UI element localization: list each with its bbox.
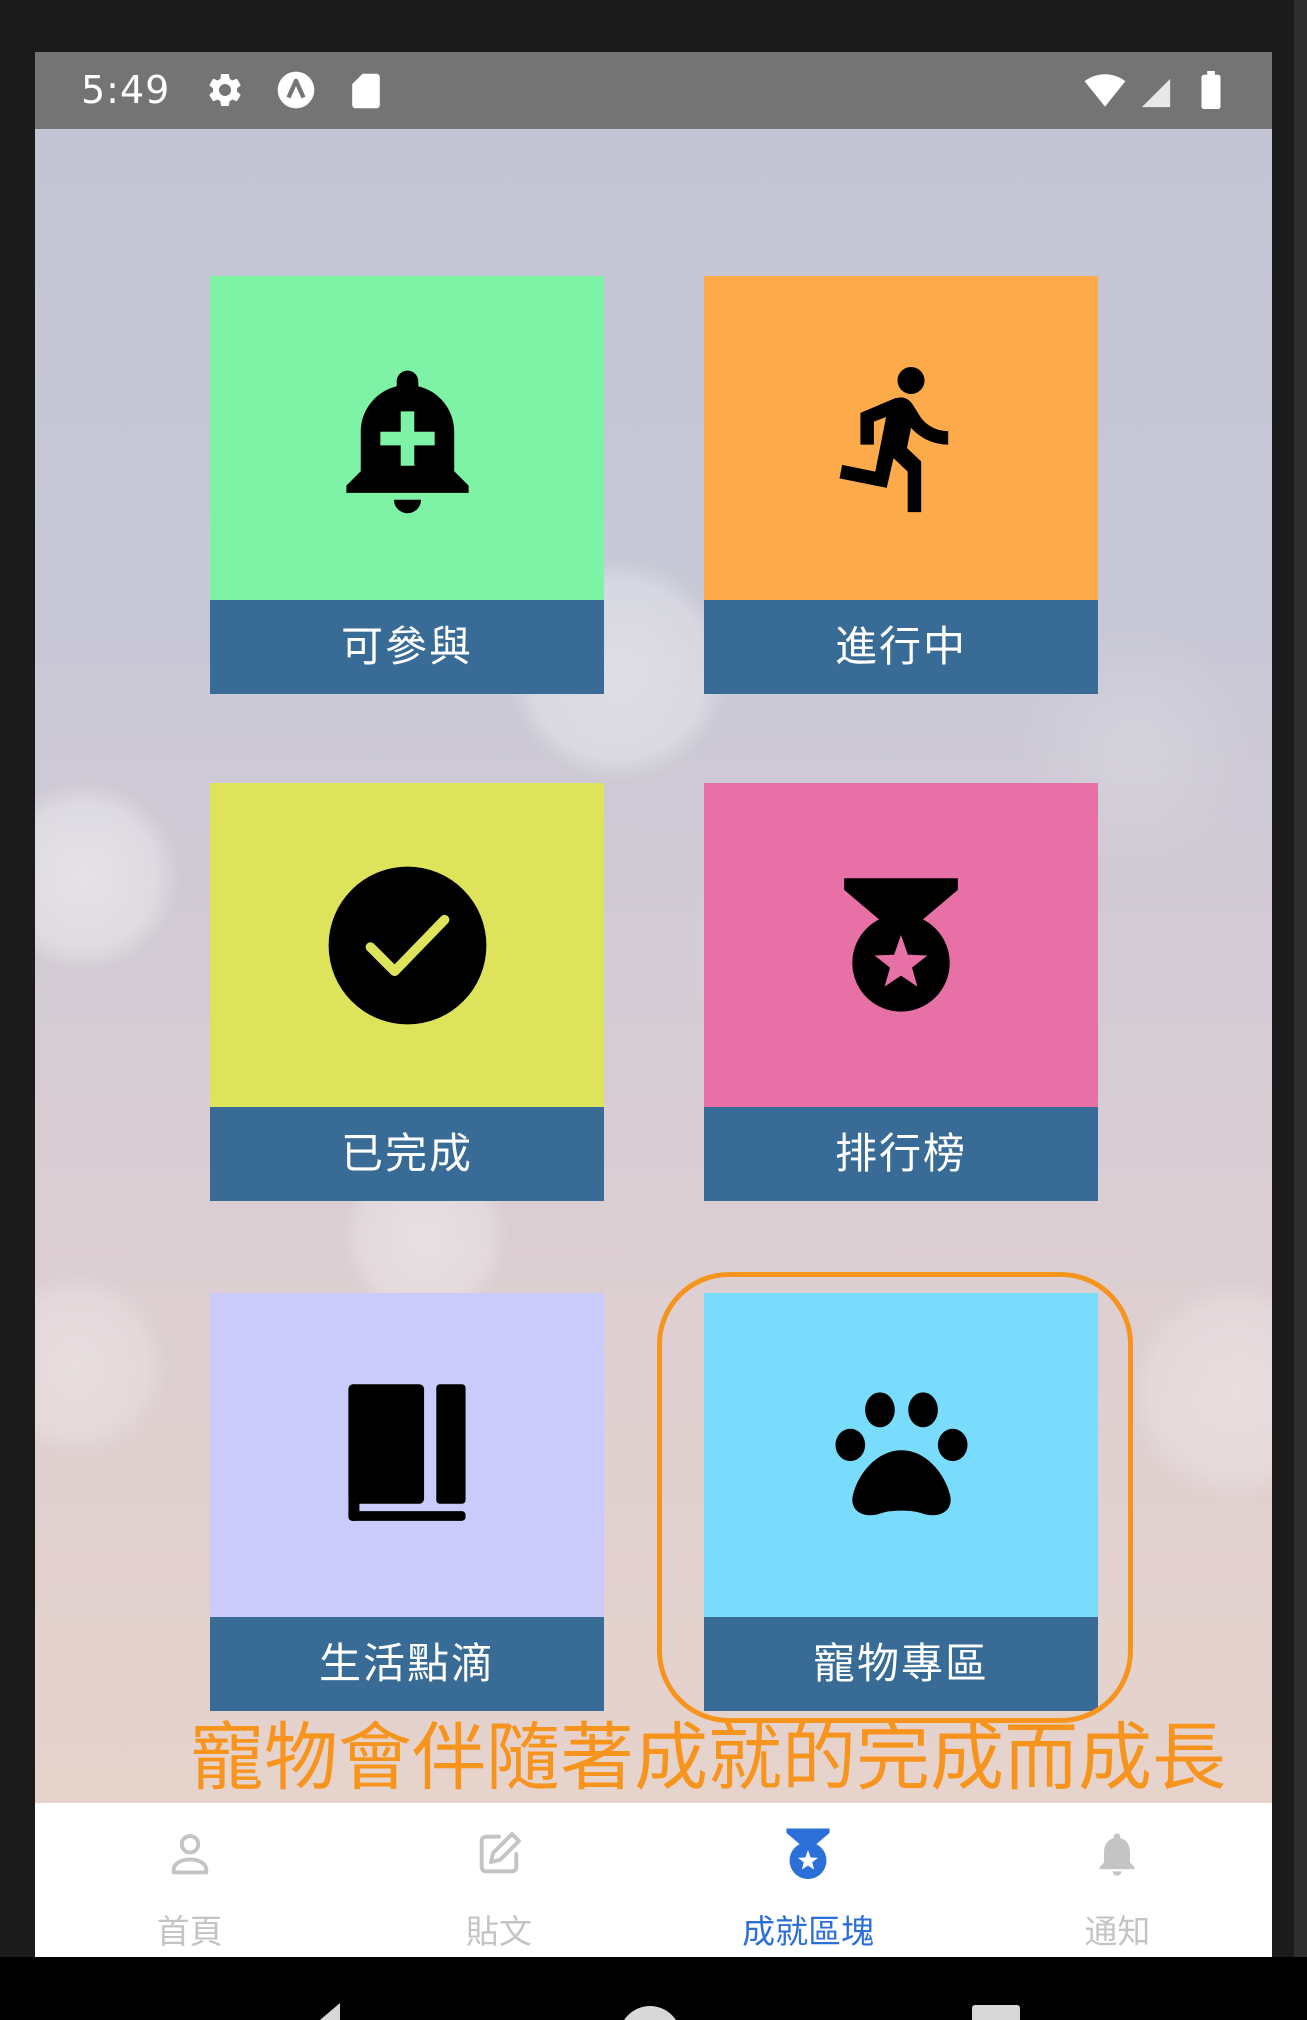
tile-icon-area <box>210 1293 604 1617</box>
tile-label: 排行榜 <box>704 1107 1098 1201</box>
nav-label: 通知 <box>1084 1912 1151 1951</box>
tile-label: 進行中 <box>704 600 1098 694</box>
recents-icon[interactable] <box>972 2005 1020 2020</box>
bottom-navigation: 首頁 貼文 成就區塊 通知 <box>35 1803 1272 1957</box>
tile-life-moments[interactable]: 生活點滴 <box>210 1293 604 1711</box>
nav-label: 貼文 <box>465 1912 532 1951</box>
status-time: 5:49 <box>81 68 171 112</box>
home-icon[interactable] <box>619 2006 681 2020</box>
tile-label: 可參與 <box>210 600 604 694</box>
tile-icon-area <box>210 276 604 600</box>
tile-icon-area <box>704 783 1098 1107</box>
tile-label: 生活點滴 <box>210 1617 604 1711</box>
tile-leaderboard[interactable]: 排行榜 <box>704 783 1098 1201</box>
person-icon <box>171 1834 208 1875</box>
bell-plus-icon <box>345 370 469 513</box>
bell-icon <box>1100 1833 1135 1876</box>
nav-item-notifications[interactable]: 通知 <box>963 1803 1272 1957</box>
tile-in-progress[interactable]: 進行中 <box>704 276 1098 694</box>
signal-icon <box>1141 78 1171 108</box>
status-bar: 5:49 <box>35 52 1272 129</box>
pet-zone-highlight-outline <box>657 1272 1133 1723</box>
medal-icon <box>786 1828 830 1880</box>
system-navigation-bar <box>0 1957 1307 2020</box>
nav-item-achievements[interactable]: 成就區塊 <box>654 1803 963 1957</box>
tile-available[interactable]: 可參與 <box>210 276 604 694</box>
check-circle-icon <box>328 866 486 1024</box>
nav-label: 首頁 <box>156 1912 223 1951</box>
medal-icon <box>844 877 958 1012</box>
settings-icon <box>209 74 241 106</box>
tile-icon-area <box>704 276 1098 600</box>
device-frame-edge <box>1294 0 1307 1957</box>
tile-completed[interactable]: 已完成 <box>210 783 604 1201</box>
sd-card-icon <box>352 73 380 109</box>
nav-label: 成就區塊 <box>742 1912 875 1951</box>
back-icon[interactable] <box>300 2003 340 2020</box>
a-circle-icon <box>277 71 315 109</box>
running-icon <box>839 366 949 513</box>
book-icon <box>348 1384 466 1521</box>
nav-item-post[interactable]: 貼文 <box>344 1803 653 1957</box>
nav-item-home[interactable]: 首頁 <box>35 1803 344 1957</box>
wifi-icon <box>1084 74 1126 107</box>
tile-icon-area <box>210 783 604 1107</box>
battery-icon <box>1201 70 1221 110</box>
tile-label: 已完成 <box>210 1107 604 1201</box>
edit-icon <box>479 1832 521 1874</box>
annotation-caption: 寵物會伴隨著成就的完成而成長 <box>190 1715 1226 1801</box>
system-nav-buttons <box>300 2003 1020 2020</box>
